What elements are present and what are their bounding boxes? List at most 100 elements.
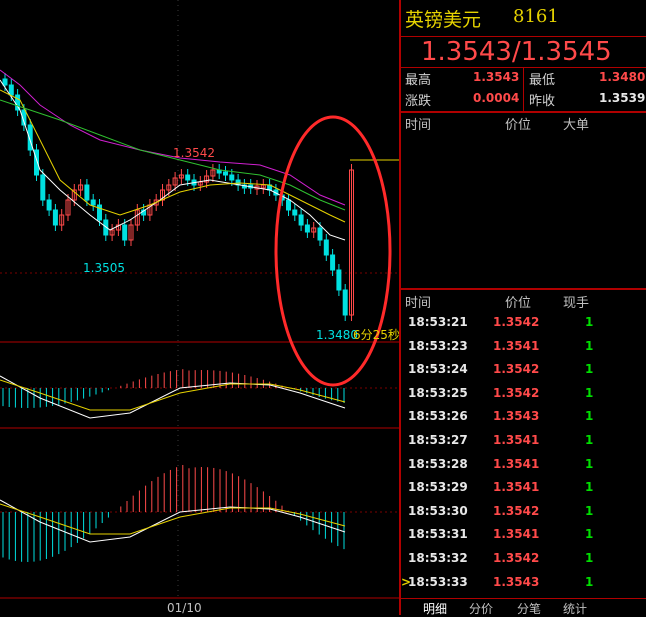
candle-body <box>292 209 298 216</box>
big-order-list[interactable] <box>401 132 646 290</box>
trade-time: 18:53:31 <box>408 527 468 542</box>
big-order-header: 时间 价位 大单 <box>401 112 646 133</box>
big-order-col-big: 大单 <box>563 118 590 133</box>
low-label: 最低 <box>529 73 556 88</box>
trade-row[interactable]: 18:53:31 1.3541 1 <box>401 523 646 546</box>
trade-price: 1.3541 <box>493 433 540 447</box>
trade-price: 1.3542 <box>493 315 540 329</box>
low-price-label-left: 1.3505 <box>83 261 125 275</box>
bar-countdown-label: 6分25秒 <box>353 328 399 342</box>
trade-price: 1.3542 <box>493 385 540 400</box>
instrument-code: 8161 <box>513 6 559 27</box>
trade-qty: 1 <box>585 574 594 589</box>
trade-time: 18:53:28 <box>408 456 468 471</box>
trade-row[interactable]: 18:53:25 1.3542 1 <box>401 382 646 405</box>
trade-time: 18:53:23 <box>408 338 468 353</box>
candle-body <box>229 174 235 181</box>
candle-body <box>298 214 304 226</box>
last-trade-marker: > <box>401 574 412 589</box>
bid-ask-price: 1.3543/1.3545 <box>421 37 612 67</box>
bid-ask-row: 1.3543/1.3545 <box>401 37 646 68</box>
candle-body <box>317 227 323 241</box>
candle-body <box>90 199 96 206</box>
trade-list-header: 时间 价位 现手 <box>401 290 646 311</box>
tab-price-distribution[interactable]: 分价 <box>469 600 493 617</box>
candle-body <box>40 174 46 201</box>
trade-time: 18:53:25 <box>408 385 468 400</box>
trade-row[interactable]: 18:53:32 1.3542 1 <box>401 547 646 570</box>
trade-col-price: 价位 <box>505 296 532 311</box>
kline-chart[interactable]: 1.3542 1.3505 1.3480 6分25秒 01/10 <box>0 0 399 615</box>
date-axis-label: 01/10 <box>167 601 202 615</box>
instrument-title-row: 英镑美元 8161 <box>401 0 646 37</box>
trade-qty: 1 <box>585 456 594 471</box>
tab-statistics[interactable]: 统计 <box>563 600 587 617</box>
trade-price: 1.3541 <box>493 480 540 495</box>
trade-qty: 1 <box>585 315 594 329</box>
trade-price: 1.3542 <box>493 503 540 518</box>
trade-time: 18:53:29 <box>408 480 468 495</box>
candle-body <box>342 289 348 316</box>
big-order-col-price: 价位 <box>505 118 532 133</box>
moving-average-line <box>0 79 346 241</box>
candle-body <box>336 269 342 291</box>
trade-qty: 1 <box>585 480 594 495</box>
trade-row[interactable]: 18:53:27 1.3541 1 <box>401 429 646 452</box>
candle-body <box>223 171 228 176</box>
trade-time: 18:53:30 <box>408 503 468 518</box>
trade-row[interactable]: 18:53:33 1.3543 1 > <box>401 571 646 594</box>
trade-row[interactable]: 18:53:30 1.3542 1 <box>401 500 646 523</box>
trade-qty: 1 <box>585 338 594 353</box>
trade-time: 18:53:27 <box>408 433 468 447</box>
candle-body <box>8 84 14 96</box>
detail-tabs: 明细 分价 分笔 统计 <box>401 598 646 616</box>
kline-chart-area[interactable]: 1.3542 1.3505 1.3480 6分25秒 01/10 <box>0 0 399 615</box>
tab-detail[interactable]: 明细 <box>423 600 447 617</box>
trade-qty: 1 <box>585 527 594 542</box>
trade-row[interactable]: 18:53:29 1.3541 1 <box>401 476 646 499</box>
quote-panel: 英镑美元 8161 1.3543/1.3545 最高 1.3543 最低 1.3… <box>399 0 646 616</box>
change-value: 0.0004 <box>473 91 520 105</box>
trade-time: 18:53:24 <box>408 362 468 377</box>
trade-time: 18:53:33 <box>408 574 468 589</box>
trade-row[interactable]: 18:53:24 1.3542 1 <box>401 358 646 381</box>
trade-row[interactable]: 18:53:23 1.3541 1 <box>401 335 646 358</box>
low-price-label-right: 1.3480 <box>316 328 358 342</box>
trade-price: 1.3542 <box>493 551 540 565</box>
prev-close-label: 昨收 <box>529 94 556 109</box>
trade-col-qty: 现手 <box>563 296 590 311</box>
trade-qty: 1 <box>585 551 594 565</box>
candle-body <box>46 199 52 211</box>
trade-price: 1.3542 <box>493 362 540 377</box>
trade-row[interactable]: 18:53:28 1.3541 1 <box>401 453 646 476</box>
moving-average-line <box>0 69 346 206</box>
trade-qty: 1 <box>585 433 594 447</box>
change-label: 涨跌 <box>405 94 432 109</box>
trade-price: 1.3541 <box>493 527 540 542</box>
trade-col-time: 时间 <box>405 296 432 311</box>
trade-price: 1.3541 <box>493 338 540 353</box>
trade-row[interactable]: 18:53:26 1.3543 1 <box>401 405 646 428</box>
candle-body <box>304 224 310 233</box>
stats-divider <box>523 67 524 111</box>
trade-qty: 1 <box>585 503 594 518</box>
instrument-name: 英镑美元 <box>405 9 482 31</box>
trade-qty: 1 <box>585 385 594 400</box>
candle-body <box>52 209 58 226</box>
candle-body <box>84 184 90 201</box>
trade-qty: 1 <box>585 409 594 424</box>
big-order-col-time: 时间 <box>405 118 432 133</box>
trade-qty: 1 <box>585 362 594 377</box>
candle-body <box>330 254 336 271</box>
trade-price: 1.3543 <box>493 574 540 589</box>
high-label: 最高 <box>405 73 432 88</box>
prev-close-value: 1.3539 <box>599 91 646 105</box>
macd-histogram-2 <box>0 465 346 562</box>
tab-ticks[interactable]: 分笔 <box>517 600 541 617</box>
candle-body <box>185 174 191 181</box>
candle-body <box>286 199 291 211</box>
candle-body <box>323 239 329 256</box>
trade-row[interactable]: 18:53:21 1.3542 1 <box>401 311 646 334</box>
high-value: 1.3543 <box>473 70 520 84</box>
trade-time: 18:53:26 <box>408 409 468 424</box>
